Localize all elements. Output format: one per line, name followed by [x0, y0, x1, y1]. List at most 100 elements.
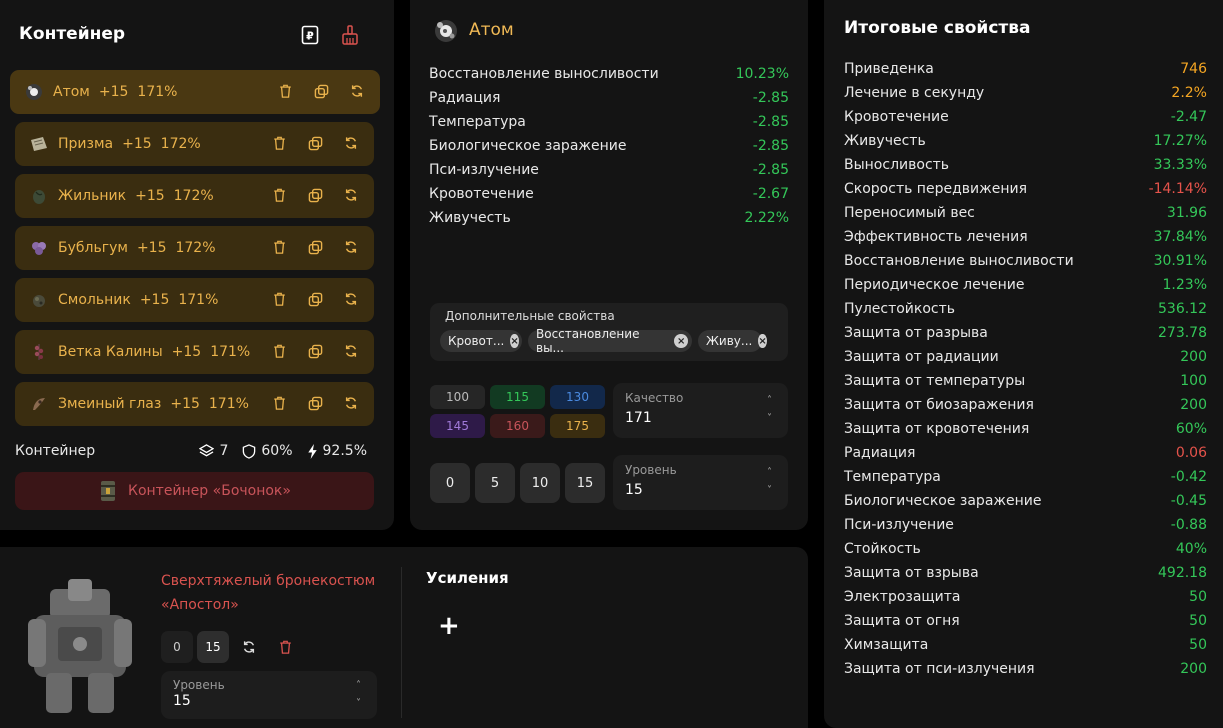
level-preset-button[interactable]: 5	[475, 463, 515, 503]
extra-property-chip[interactable]: Восстановление вы... ×	[528, 327, 692, 355]
container-artifact-item[interactable]: Призма +15 172%	[15, 122, 374, 166]
container-title: Контейнер	[19, 24, 126, 44]
armor-level-0-button[interactable]: 0	[161, 631, 193, 663]
property-name: Температура	[429, 114, 526, 130]
extra-property-chip[interactable]: Кровот... ×	[440, 330, 522, 352]
container-artifact-item[interactable]: Бубльгум +15 172%	[15, 226, 374, 270]
quality-stepper[interactable]: ˄ ˅	[767, 392, 772, 428]
extra-property-chip[interactable]: Живу... ×	[698, 330, 767, 352]
total-property-value: 0.06	[1175, 445, 1207, 461]
quality-preset-button[interactable]: 145	[430, 414, 485, 438]
total-property-row: Защита от радиации 200	[844, 345, 1207, 369]
total-property-value: -2.47	[1170, 109, 1207, 125]
trash-icon[interactable]	[270, 342, 288, 360]
add-boost-button[interactable]: +	[438, 611, 460, 641]
level-presets: 0 5 10 15	[430, 463, 605, 503]
barrel-container-button[interactable]: Контейнер «Бочонок»	[15, 472, 374, 510]
refresh-icon[interactable]	[342, 342, 360, 360]
refresh-icon[interactable]	[342, 394, 360, 412]
trash-icon[interactable]	[270, 290, 288, 308]
copy-icon[interactable]	[306, 342, 324, 360]
armor-level-stepper[interactable]: ˄ ˅	[356, 677, 361, 713]
copy-icon[interactable]	[306, 238, 324, 256]
copy-icon[interactable]	[306, 394, 324, 412]
clear-brush-icon[interactable]	[337, 22, 363, 48]
chip-label: Живу...	[706, 334, 753, 348]
refresh-icon[interactable]	[342, 290, 360, 308]
viburnum-artifact-icon	[29, 342, 49, 362]
artifact-property-row: Живучесть 2.22%	[429, 206, 789, 230]
trash-icon[interactable]	[270, 186, 288, 204]
artifact-percent: 172%	[173, 188, 214, 204]
protection-value: 60%	[261, 443, 293, 459]
quality-select[interactable]: Качество 171 ˄ ˅	[613, 383, 788, 438]
artifact-name: Змеиный глаз	[58, 396, 162, 412]
quality-preset-button[interactable]: 115	[490, 385, 545, 409]
artifact-name: Смольник	[58, 292, 131, 308]
copy-icon[interactable]	[306, 186, 324, 204]
refresh-icon[interactable]	[342, 134, 360, 152]
total-property-value: 536.12	[1158, 301, 1207, 317]
trash-icon[interactable]	[269, 631, 301, 663]
container-artifact-item[interactable]: Змеиный глаз +15 171%	[15, 382, 374, 426]
chip-label: Кровот...	[448, 334, 505, 348]
quality-preset-button[interactable]: 175	[550, 414, 605, 438]
total-property-value: 2.2%	[1171, 85, 1207, 101]
refresh-icon[interactable]	[348, 82, 366, 100]
total-property-row: Скорость передвижения -14.14%	[844, 177, 1207, 201]
level-preset-button[interactable]: 10	[520, 463, 560, 503]
chevron-down-icon[interactable]: ˅	[767, 410, 772, 428]
refresh-icon[interactable]	[342, 238, 360, 256]
boosts-title: Усиления	[426, 569, 509, 587]
total-property-name: Пси-излучение	[844, 517, 954, 533]
copy-icon[interactable]	[306, 290, 324, 308]
artifact-property-row: Радиация -2.85	[429, 86, 789, 110]
trash-icon[interactable]	[270, 394, 288, 412]
refresh-icon[interactable]	[342, 186, 360, 204]
chevron-down-icon[interactable]: ˅	[356, 695, 361, 713]
remove-chip-icon[interactable]: ×	[510, 334, 519, 348]
chevron-up-icon[interactable]: ˄	[767, 464, 772, 482]
armor-image	[20, 577, 140, 717]
artifact-level: +15	[171, 344, 202, 360]
container-artifact-item[interactable]: Жильник +15 172%	[15, 174, 374, 218]
total-property-row: Электрозащита 50	[844, 585, 1207, 609]
level-preset-button[interactable]: 15	[565, 463, 605, 503]
remove-chip-icon[interactable]: ×	[758, 334, 767, 348]
total-property-name: Защита от разрыва	[844, 325, 988, 341]
ruble-icon[interactable]: ₽	[297, 22, 323, 48]
trash-icon[interactable]	[276, 82, 294, 100]
total-property-value: 200	[1180, 661, 1207, 677]
trash-icon[interactable]	[270, 134, 288, 152]
total-property-value: 273.78	[1158, 325, 1207, 341]
chevron-up-icon[interactable]: ˄	[767, 392, 772, 410]
container-artifact-item[interactable]: Смольник +15 171%	[15, 278, 374, 322]
level-label: Уровень	[625, 463, 677, 477]
remove-chip-icon[interactable]: ×	[674, 334, 688, 348]
chevron-up-icon[interactable]: ˄	[356, 677, 361, 695]
armor-level-15-button[interactable]: 15	[197, 631, 229, 663]
refresh-icon[interactable]	[233, 631, 265, 663]
chevron-down-icon[interactable]: ˅	[767, 482, 772, 500]
container-artifact-item[interactable]: Ветка Калины +15 171%	[15, 330, 374, 374]
level-preset-button[interactable]: 0	[430, 463, 470, 503]
artifact-level: +15	[122, 136, 152, 152]
artifact-property-row: Пси-излучение -2.85	[429, 158, 789, 182]
total-property-row: Защита от биозаражения 200	[844, 393, 1207, 417]
trash-icon[interactable]	[270, 238, 288, 256]
total-property-name: Пулестойкость	[844, 301, 956, 317]
atom-artifact-icon	[432, 17, 460, 49]
copy-icon[interactable]	[306, 134, 324, 152]
quality-preset-button[interactable]: 160	[490, 414, 545, 438]
container-artifact-item[interactable]: Атом +15 171%	[10, 70, 380, 114]
level-stepper[interactable]: ˄ ˅	[767, 464, 772, 500]
total-property-row: Защита от взрыва 492.18	[844, 561, 1207, 585]
level-select[interactable]: Уровень 15 ˄ ˅	[613, 455, 788, 510]
quality-preset-button[interactable]: 130	[550, 385, 605, 409]
extra-properties-box[interactable]: Дополнительные свойства Кровот... × Восста…	[430, 303, 788, 361]
prism-artifact-icon	[29, 134, 49, 154]
armor-level-select[interactable]: Уровень 15 ˄ ˅	[161, 671, 377, 719]
quality-preset-button[interactable]: 100	[430, 385, 485, 409]
total-property-row: Кровотечение -2.47	[844, 105, 1207, 129]
copy-icon[interactable]	[312, 82, 330, 100]
